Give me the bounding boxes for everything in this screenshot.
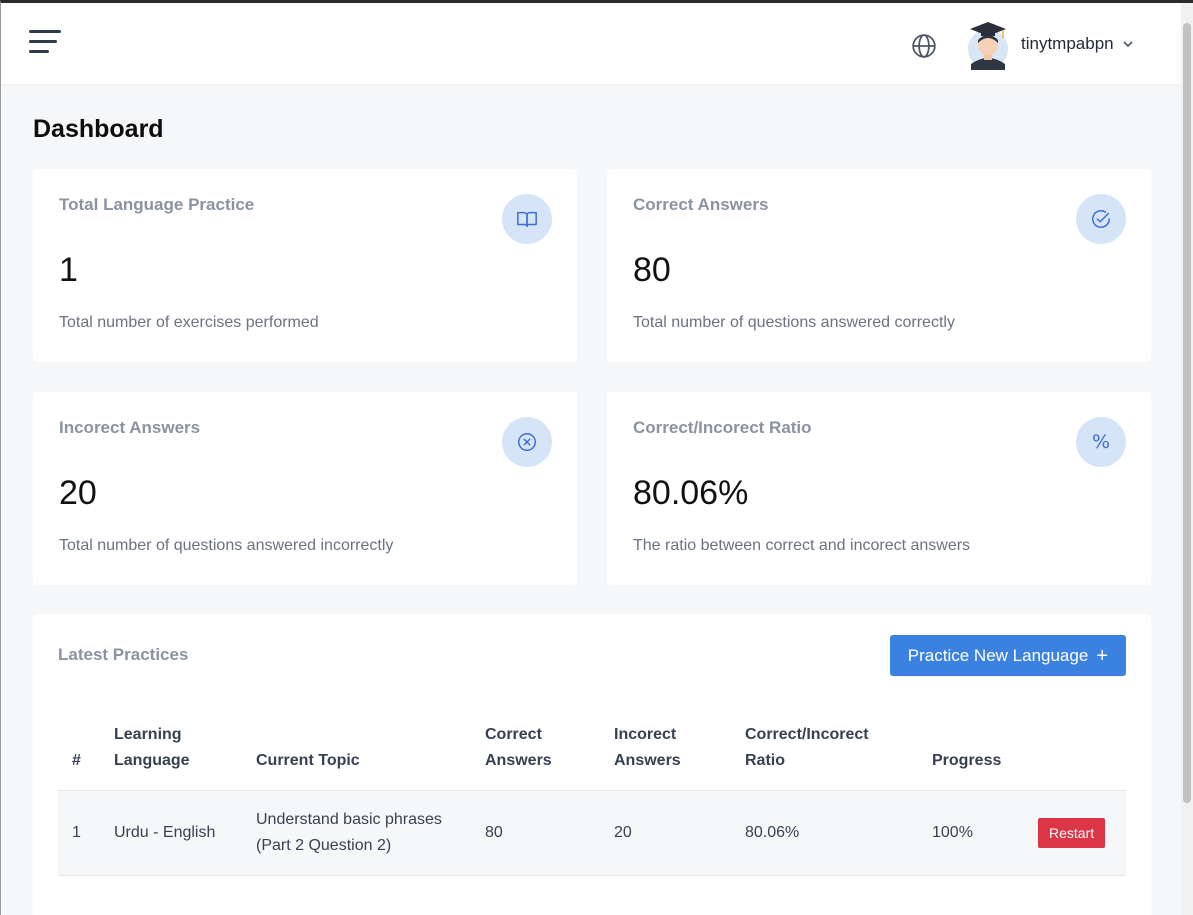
stat-label: Total Language Practice [59, 195, 255, 214]
cell-correct: 80 [471, 790, 600, 876]
cell-incorrect: 20 [600, 790, 731, 876]
restart-button[interactable]: Restart [1038, 818, 1106, 848]
stat-card-correct-answers: Correct Answers 80 Total number of quest… [607, 169, 1151, 362]
stat-icon-badge [1076, 194, 1126, 244]
user-menu[interactable]: tinytmpabpn [967, 18, 1134, 70]
scrollbar[interactable] [1181, 3, 1193, 915]
percent-icon: % [1091, 431, 1111, 453]
stat-description: Total number of questions answered incor… [59, 537, 394, 554]
stat-label: Incorect Answers [59, 418, 201, 437]
button-label: Practice New Language [907, 645, 1089, 665]
practices-table: # Learning Language Current Topic Correc… [58, 722, 1126, 876]
latest-practices-card: Latest Practices Practice New Language +… [33, 614, 1151, 915]
stat-card-incorrect-answers: Incorect Answers 20 Total number of ques… [33, 392, 577, 585]
cell-topic: Understand basic phrases (Part 2 Questio… [242, 790, 471, 876]
stat-description: The ratio between correct and incorect a… [633, 537, 971, 554]
practice-new-language-button[interactable]: Practice New Language + [889, 635, 1126, 676]
book-open-icon [517, 211, 537, 228]
table-header-row: # Learning Language Current Topic Correc… [58, 722, 1126, 791]
stat-icon-badge: % [1076, 417, 1126, 467]
top-navbar: tinytmpabpn [1, 3, 1181, 84]
stat-icon-badge [502, 417, 552, 467]
app-window: tinytmpabpn Dashboard Total Language Pra… [0, 0, 1193, 915]
x-circle-icon [518, 433, 536, 451]
column-header: Progress [918, 722, 1024, 791]
cell-progress: 100% [918, 790, 1024, 876]
section-title: Latest Practices [58, 645, 189, 664]
cell-language: Urdu - English [100, 790, 242, 876]
column-header: Incorect Answers [600, 722, 731, 791]
chevron-down-icon [1123, 41, 1133, 48]
stat-value: 20 [59, 474, 97, 512]
cell-ratio: 80.06% [731, 790, 918, 876]
column-header: Learning Language [100, 722, 242, 791]
username: tinytmpabpn [1021, 34, 1114, 53]
stat-value: 80.06% [633, 474, 749, 512]
column-header: # [58, 722, 100, 791]
plus-icon: + [1096, 644, 1108, 667]
column-header: Correct Answers [471, 722, 600, 791]
stat-value: 1 [59, 251, 78, 289]
stat-value: 80 [633, 251, 671, 289]
check-circle-icon [1092, 210, 1110, 228]
avatar [968, 22, 1008, 70]
stat-card-ratio: Correct/Incorect Ratio 80.06% The ratio … [607, 392, 1151, 585]
page-title: Dashboard [33, 115, 164, 143]
column-header: Correct/Incorect Ratio [731, 722, 918, 791]
stat-icon-badge [502, 194, 552, 244]
scrollbar-thumb[interactable] [1183, 23, 1191, 803]
cell-number: 1 [58, 790, 100, 876]
menu-icon[interactable] [29, 30, 61, 56]
column-header [1024, 722, 1126, 791]
globe-icon[interactable] [911, 33, 937, 59]
stat-card-total-practice: Total Language Practice 1 Total number o… [33, 169, 577, 362]
column-header: Current Topic [242, 722, 471, 791]
cell-action: Restart [1024, 790, 1126, 876]
table-row: 1 Urdu - English Understand basic phrase… [58, 790, 1126, 876]
stat-description: Total number of exercises performed [59, 314, 319, 331]
stat-label: Correct Answers [633, 195, 769, 214]
stat-label: Correct/Incorect Ratio [633, 418, 812, 437]
stat-description: Total number of questions answered corre… [633, 314, 955, 331]
